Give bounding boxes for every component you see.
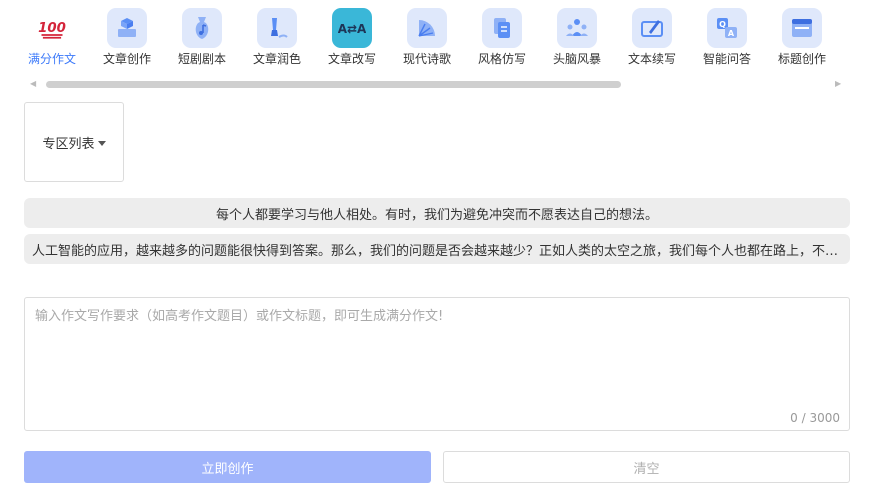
- essay-prompt-box: 0 / 3000: [24, 297, 850, 431]
- tool-continue-writing[interactable]: 文本续写: [620, 8, 684, 70]
- scroll-thumb[interactable]: [46, 81, 621, 88]
- fan-icon: [407, 8, 447, 48]
- team-icon: [557, 8, 597, 48]
- hundred-points-icon: 100: [32, 8, 72, 48]
- tool-bar: 100 满分作文 文章创作 短剧剧本 文章润色 A⇄A 文章改写 现代诗歌 风格…: [20, 8, 840, 70]
- cube-book-icon: [107, 8, 147, 48]
- translate-icon: A⇄A: [332, 8, 372, 48]
- tool-label: 短剧剧本: [177, 52, 226, 66]
- brush-icon: [257, 8, 297, 48]
- zone-list-label: 专区列表: [42, 136, 95, 152]
- svg-text:100: 100: [38, 21, 66, 36]
- scroll-right-icon[interactable]: ▶: [835, 80, 841, 88]
- tool-label: 文本续写: [627, 52, 676, 66]
- suggestion-chip[interactable]: 每个人都要学习与他人相处。有时，我们为避免冲突而不愿表达自己的想法。: [24, 198, 850, 228]
- create-button[interactable]: 立即创作: [24, 451, 431, 483]
- tool-label: 文章改写: [327, 52, 376, 66]
- tool-brainstorm[interactable]: 头脑风暴: [545, 8, 609, 70]
- tool-label: 文章润色: [252, 52, 301, 66]
- tool-rewrite[interactable]: A⇄A 文章改写: [320, 8, 384, 70]
- scroll-track[interactable]: [46, 81, 821, 88]
- caret-down-icon: [97, 140, 106, 146]
- tool-label: 智能问答: [702, 52, 751, 66]
- essay-prompt-input[interactable]: [25, 298, 849, 408]
- qa-icon: QA: [707, 8, 747, 48]
- suggestion-text: 人工智能的应用，越来越多的问题能很快得到答案。那么，我们的问题是否会越来越少？正…: [32, 243, 842, 259]
- tool-label: 风格仿写: [477, 52, 526, 66]
- svg-text:A⇄A: A⇄A: [338, 22, 366, 36]
- edit-box-icon: [632, 8, 672, 48]
- svg-text:A: A: [728, 29, 735, 38]
- zone-list-dropdown[interactable]: 专区列表: [24, 102, 124, 182]
- horizontal-scrollbar[interactable]: ◀ ▶: [30, 78, 845, 90]
- tool-article-creation[interactable]: 文章创作: [95, 8, 159, 70]
- tool-polish[interactable]: 文章润色: [245, 8, 309, 70]
- tool-label: 头脑风暴: [552, 52, 601, 66]
- tool-modern-poetry[interactable]: 现代诗歌: [395, 8, 459, 70]
- tool-full-score-essay[interactable]: 100 满分作文: [20, 8, 84, 70]
- copy-icon: [482, 8, 522, 48]
- tool-label: 现代诗歌: [402, 52, 451, 66]
- tool-title-creation[interactable]: 标题创作: [770, 8, 834, 70]
- tool-label: 标题创作: [777, 52, 826, 66]
- svg-text:Q: Q: [719, 20, 726, 29]
- tool-label: 满分作文: [27, 52, 76, 66]
- scroll-left-icon[interactable]: ◀: [30, 80, 36, 88]
- tool-label: 文章创作: [102, 52, 151, 66]
- suggestion-chip[interactable]: 人工智能的应用，越来越多的问题能很快得到答案。那么，我们的问题是否会越来越少？正…: [24, 234, 850, 264]
- clear-button[interactable]: 清空: [443, 451, 850, 483]
- tool-smart-qa[interactable]: QA 智能问答: [695, 8, 759, 70]
- suggestion-text: 每个人都要学习与他人相处。有时，我们为避免冲突而不愿表达自己的想法。: [215, 207, 658, 223]
- window-title-icon: [782, 8, 822, 48]
- tool-short-drama[interactable]: 短剧剧本: [170, 8, 234, 70]
- vase-note-icon: [182, 8, 222, 48]
- tool-style-imitation[interactable]: 风格仿写: [470, 8, 534, 70]
- character-counter: 0 / 3000: [790, 411, 840, 425]
